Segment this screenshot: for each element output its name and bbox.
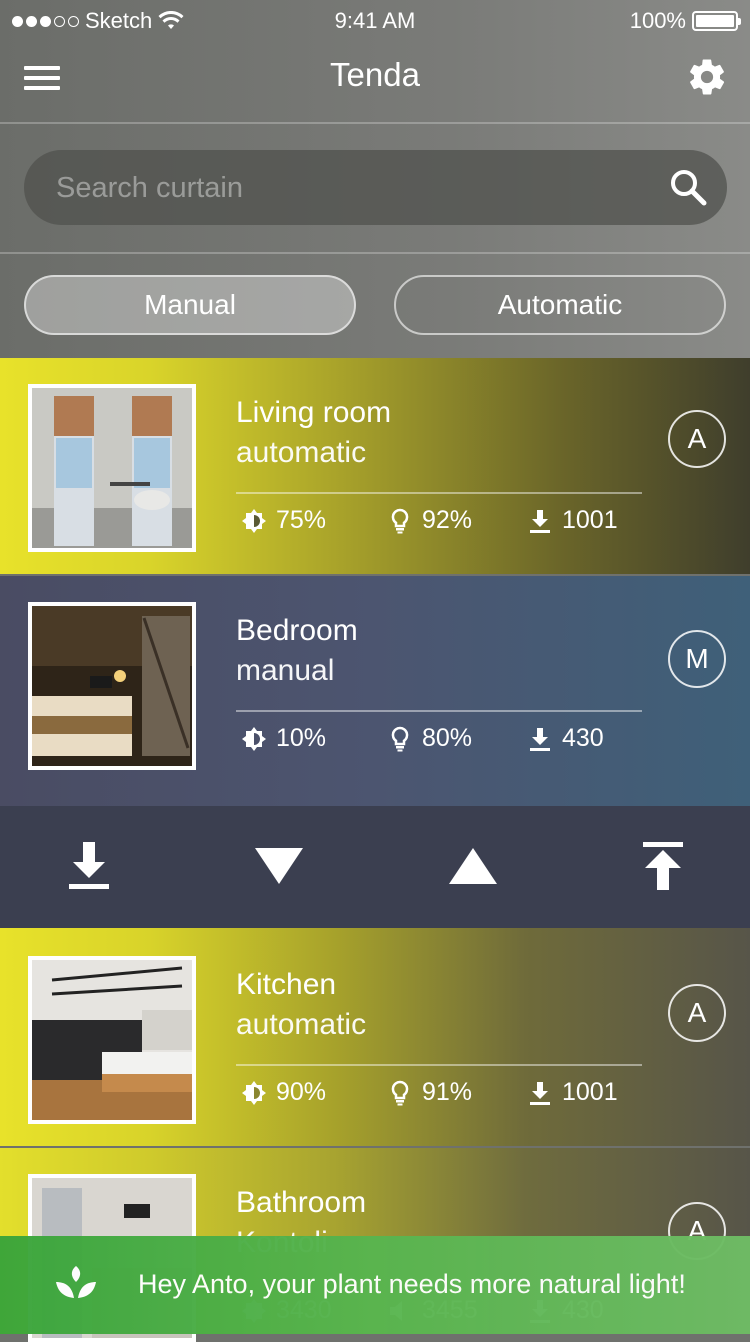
status-bar: Sketch 9:41 AM 100%	[0, 0, 750, 40]
search-icon[interactable]	[669, 168, 707, 206]
battery-percentage: 100%	[629, 8, 686, 33]
room-card-kitchen[interactable]: Kitchen automatic A 90% 91% 1001	[0, 928, 750, 1146]
battery-icon	[692, 11, 741, 31]
divider	[236, 710, 642, 712]
download-icon	[530, 727, 550, 751]
triangle-up-icon[interactable]	[445, 838, 501, 894]
light-value: 92%	[422, 506, 473, 534]
room-photo	[28, 602, 196, 770]
room-name: Bedroom	[236, 614, 358, 647]
room-photo	[28, 956, 196, 1124]
divider	[0, 252, 750, 254]
room-mode: automatic	[236, 1008, 367, 1041]
position-value: 1001	[562, 506, 618, 534]
header: Sketch 9:41 AM 100% Tenda Manual Automat…	[0, 0, 750, 358]
search-bar	[24, 150, 727, 227]
mode-badge[interactable]: A	[668, 984, 726, 1042]
curtain-controls	[0, 806, 750, 928]
plant-icon	[56, 1266, 96, 1298]
brightness-value: 10%	[276, 724, 327, 752]
notification-message: Hey Anto, your plant needs more natural …	[138, 1269, 686, 1299]
page-title: Tenda	[330, 56, 420, 93]
brightness-icon	[242, 508, 266, 533]
room-card-living-room[interactable]: Living room automatic A 75% 92% 1001	[0, 358, 750, 574]
filter-manual-button[interactable]: Manual	[24, 275, 356, 335]
room-photo	[28, 384, 196, 552]
room-name: Kitchen	[236, 968, 337, 1001]
search-input[interactable]	[54, 150, 658, 227]
brightness-icon	[242, 726, 266, 751]
notification-toast[interactable]: Hey Anto, your plant needs more natural …	[0, 1236, 750, 1334]
brightness-value: 75%	[276, 506, 327, 534]
lightbulb-icon	[391, 726, 409, 751]
mode-badge[interactable]: A	[668, 410, 726, 468]
position-value: 430	[562, 724, 604, 752]
divider	[0, 122, 750, 124]
lightbulb-icon	[391, 1080, 409, 1105]
room-mode: manual	[236, 654, 335, 687]
light-value: 91%	[422, 1078, 473, 1106]
divider	[236, 492, 642, 494]
download-icon	[530, 1081, 550, 1105]
gear-icon[interactable]	[686, 56, 728, 98]
download-icon	[530, 509, 550, 533]
lightbulb-icon	[391, 508, 409, 533]
nav-bar: Tenda	[0, 40, 750, 123]
room-name: Bathroom	[236, 1186, 367, 1219]
mode-badge[interactable]: M	[668, 630, 726, 688]
triangle-down-icon[interactable]	[251, 838, 307, 894]
download-bottom-icon[interactable]	[61, 838, 117, 894]
filter-automatic-button[interactable]: Automatic	[394, 275, 726, 335]
divider	[236, 1064, 642, 1066]
position-value: 1001	[562, 1078, 618, 1106]
light-value: 80%	[422, 724, 473, 752]
room-card-bedroom[interactable]: Bedroom manual M 10% 80% 430	[0, 576, 750, 806]
brightness-icon	[242, 1080, 266, 1105]
brightness-value: 90%	[276, 1078, 327, 1106]
room-name: Living room	[236, 396, 392, 429]
upload-top-icon[interactable]	[635, 838, 691, 894]
room-mode: automatic	[236, 436, 367, 469]
